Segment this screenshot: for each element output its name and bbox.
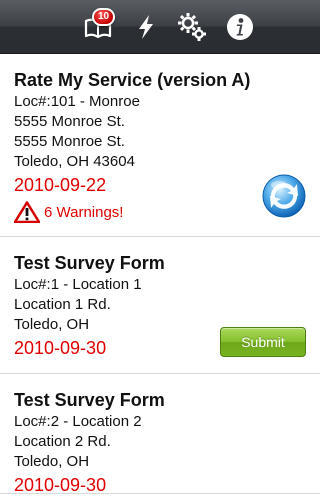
survey-title: Test Survey Form	[14, 253, 165, 273]
info-button[interactable]	[224, 11, 256, 43]
address-line-1: 5555 Monroe St.	[14, 113, 125, 130]
survey-card[interactable]: Rate My Service (version A) Loc#:101 - M…	[0, 54, 320, 237]
settings-button[interactable]	[176, 11, 208, 43]
survey-title: Rate My Service (version A)	[14, 70, 251, 90]
sync-button[interactable]	[130, 11, 162, 43]
submit-button[interactable]: Submit	[220, 327, 306, 357]
inbox-button[interactable]: 10	[82, 8, 116, 43]
survey-card[interactable]: Test Survey Form Loc#:2 - Location 2 Loc…	[0, 374, 320, 495]
city-line: Toledo, OH	[14, 453, 90, 470]
top-toolbar: 10	[0, 0, 320, 54]
address-line-1: Location 1 Rd.	[14, 296, 111, 313]
warning-icon	[14, 201, 40, 223]
sync-icon[interactable]	[260, 172, 308, 220]
survey-list: Rate My Service (version A) Loc#:101 - M…	[0, 54, 320, 495]
inbox-count-badge: 10	[92, 8, 116, 26]
survey-date: 2010-09-30	[14, 475, 107, 495]
address-line-2: 5555 Monroe St.	[14, 133, 125, 150]
warnings-count: 6 Warnings!	[44, 203, 124, 221]
location-label: Loc#:101 - Monroe	[14, 93, 140, 110]
city-line: Toledo, OH 43604	[14, 153, 135, 170]
address-line-1: Location 2 Rd.	[14, 433, 111, 450]
location-label: Loc#:2 - Location 2	[14, 413, 142, 430]
gears-icon	[178, 13, 206, 41]
location-label: Loc#:1 - Location 1	[14, 276, 142, 293]
survey-title: Test Survey Form	[14, 390, 165, 410]
survey-card[interactable]: Test Survey Form Loc#:1 - Location 1 Loc…	[0, 237, 320, 374]
info-icon	[227, 14, 253, 40]
lightning-icon	[139, 15, 153, 39]
